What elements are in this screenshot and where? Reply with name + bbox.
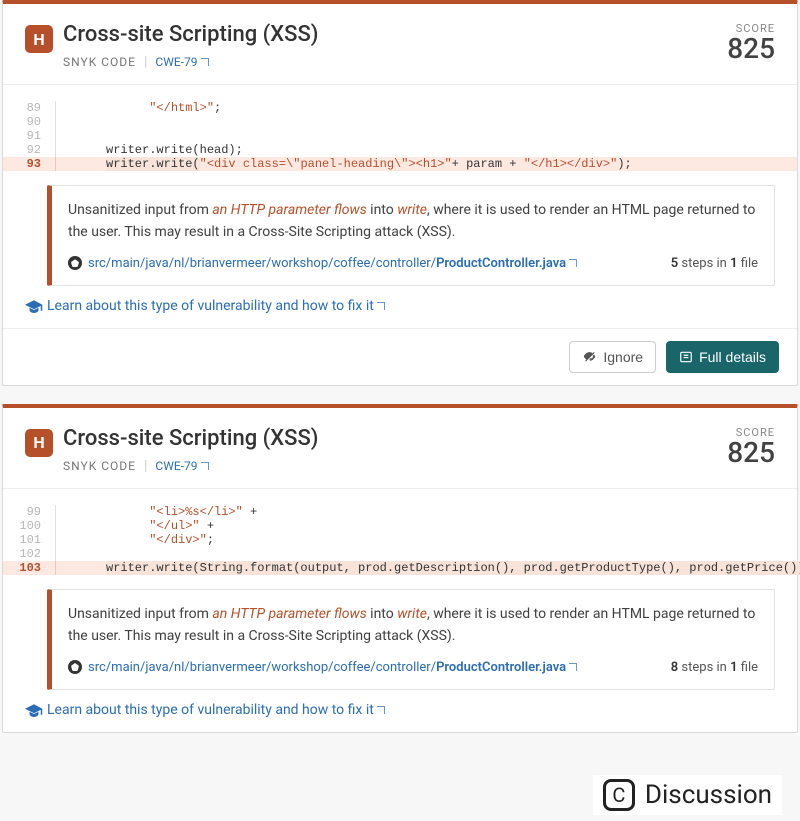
external-link-icon: [201, 58, 209, 66]
code-line: 90: [3, 115, 797, 129]
score-box: SCORE 825: [727, 426, 775, 467]
line-number: 90: [3, 115, 51, 129]
learn-link[interactable]: Learn about this type of vulnerability a…: [47, 702, 385, 718]
info-text: Unsanitized input from an HTTP parameter…: [68, 200, 758, 243]
code-line: 102: [3, 547, 797, 561]
discussion-icon: C: [603, 779, 635, 811]
graduation-cap-icon: [25, 300, 41, 312]
code-line: 91: [3, 129, 797, 143]
eye-off-icon: [582, 349, 597, 364]
line-number: 100: [3, 519, 51, 533]
source-label: SNYK CODE: [63, 55, 136, 69]
code-line: 100 "</ul>" +: [3, 519, 797, 533]
external-link-icon: [569, 663, 577, 671]
source-line: SNYK CODE | CWE-79: [63, 458, 715, 474]
code-line: 89 "</html>";: [3, 101, 797, 115]
card-header: H Cross-site Scripting (XSS) SNYK CODE |…: [3, 4, 797, 85]
card-footer: Ignore Full details: [3, 328, 797, 385]
full-details-button[interactable]: Full details: [666, 341, 779, 373]
severity-badge: H: [25, 429, 53, 457]
file-path-link[interactable]: src/main/java/nl/brianvermeer/workshop/c…: [88, 660, 577, 675]
info-box: Unsanitized input from an HTTP parameter…: [47, 589, 775, 689]
line-number: 92: [3, 143, 51, 157]
steps-text: 8 steps in 1 file: [671, 660, 758, 675]
card-header: H Cross-site Scripting (XSS) SNYK CODE |…: [3, 408, 797, 489]
discussion-label: Discussion: [645, 780, 772, 810]
steps-text: 5 steps in 1 file: [671, 256, 758, 271]
learn-link[interactable]: Learn about this type of vulnerability a…: [47, 298, 385, 314]
github-icon: [68, 256, 82, 270]
code-snippet: 99 "<li>%s</li>" +100 "</ul>" +101 "</di…: [3, 499, 797, 575]
code-line: 101 "</div>";: [3, 533, 797, 547]
score-value: 825: [727, 439, 775, 467]
line-number: 91: [3, 129, 51, 143]
code-line: 99 "<li>%s</li>" +: [3, 505, 797, 519]
code-line: 103writer.write(String.format(output, pr…: [3, 561, 797, 575]
issue-title: Cross-site Scripting (XSS): [63, 22, 715, 48]
issue-card: H Cross-site Scripting (XSS) SNYK CODE |…: [2, 404, 798, 733]
line-number: 102: [3, 547, 51, 561]
discussion-button[interactable]: C Discussion: [593, 775, 782, 815]
external-link-icon: [377, 706, 385, 714]
issue-title: Cross-site Scripting (XSS): [63, 426, 715, 452]
cwe-link[interactable]: CWE-79: [155, 55, 208, 69]
code-snippet: 89 "</html>";90 91 92writer.write(head);…: [3, 95, 797, 171]
cwe-link[interactable]: CWE-79: [155, 459, 208, 473]
score-value: 825: [727, 35, 775, 63]
line-number: 101: [3, 533, 51, 547]
info-box: Unsanitized input from an HTTP parameter…: [47, 185, 775, 285]
ignore-button[interactable]: Ignore: [569, 341, 656, 373]
code-line: 93writer.write("<div class=\"panel-headi…: [3, 157, 797, 171]
external-link-icon: [569, 259, 577, 267]
learn-row: Learn about this type of vulnerability a…: [3, 286, 797, 328]
severity-badge: H: [25, 25, 53, 53]
full-details-label: Full details: [699, 349, 766, 365]
external-link-icon: [377, 302, 385, 310]
github-icon: [68, 660, 82, 674]
source-label: SNYK CODE: [63, 459, 136, 473]
ignore-label: Ignore: [603, 349, 643, 365]
line-number: 99: [3, 505, 51, 519]
info-text: Unsanitized input from an HTTP parameter…: [68, 604, 758, 647]
source-line: SNYK CODE | CWE-79: [63, 54, 715, 70]
graduation-cap-icon: [25, 704, 41, 716]
details-icon: [679, 350, 693, 364]
issue-card: H Cross-site Scripting (XSS) SNYK CODE |…: [2, 0, 798, 386]
file-path-link[interactable]: src/main/java/nl/brianvermeer/workshop/c…: [88, 256, 577, 271]
code-line: 92writer.write(head);: [3, 143, 797, 157]
external-link-icon: [201, 462, 209, 470]
line-number: 103: [3, 561, 51, 575]
score-box: SCORE 825: [727, 22, 775, 63]
line-number: 93: [3, 157, 51, 171]
learn-row: Learn about this type of vulnerability a…: [3, 690, 797, 732]
line-number: 89: [3, 101, 51, 115]
